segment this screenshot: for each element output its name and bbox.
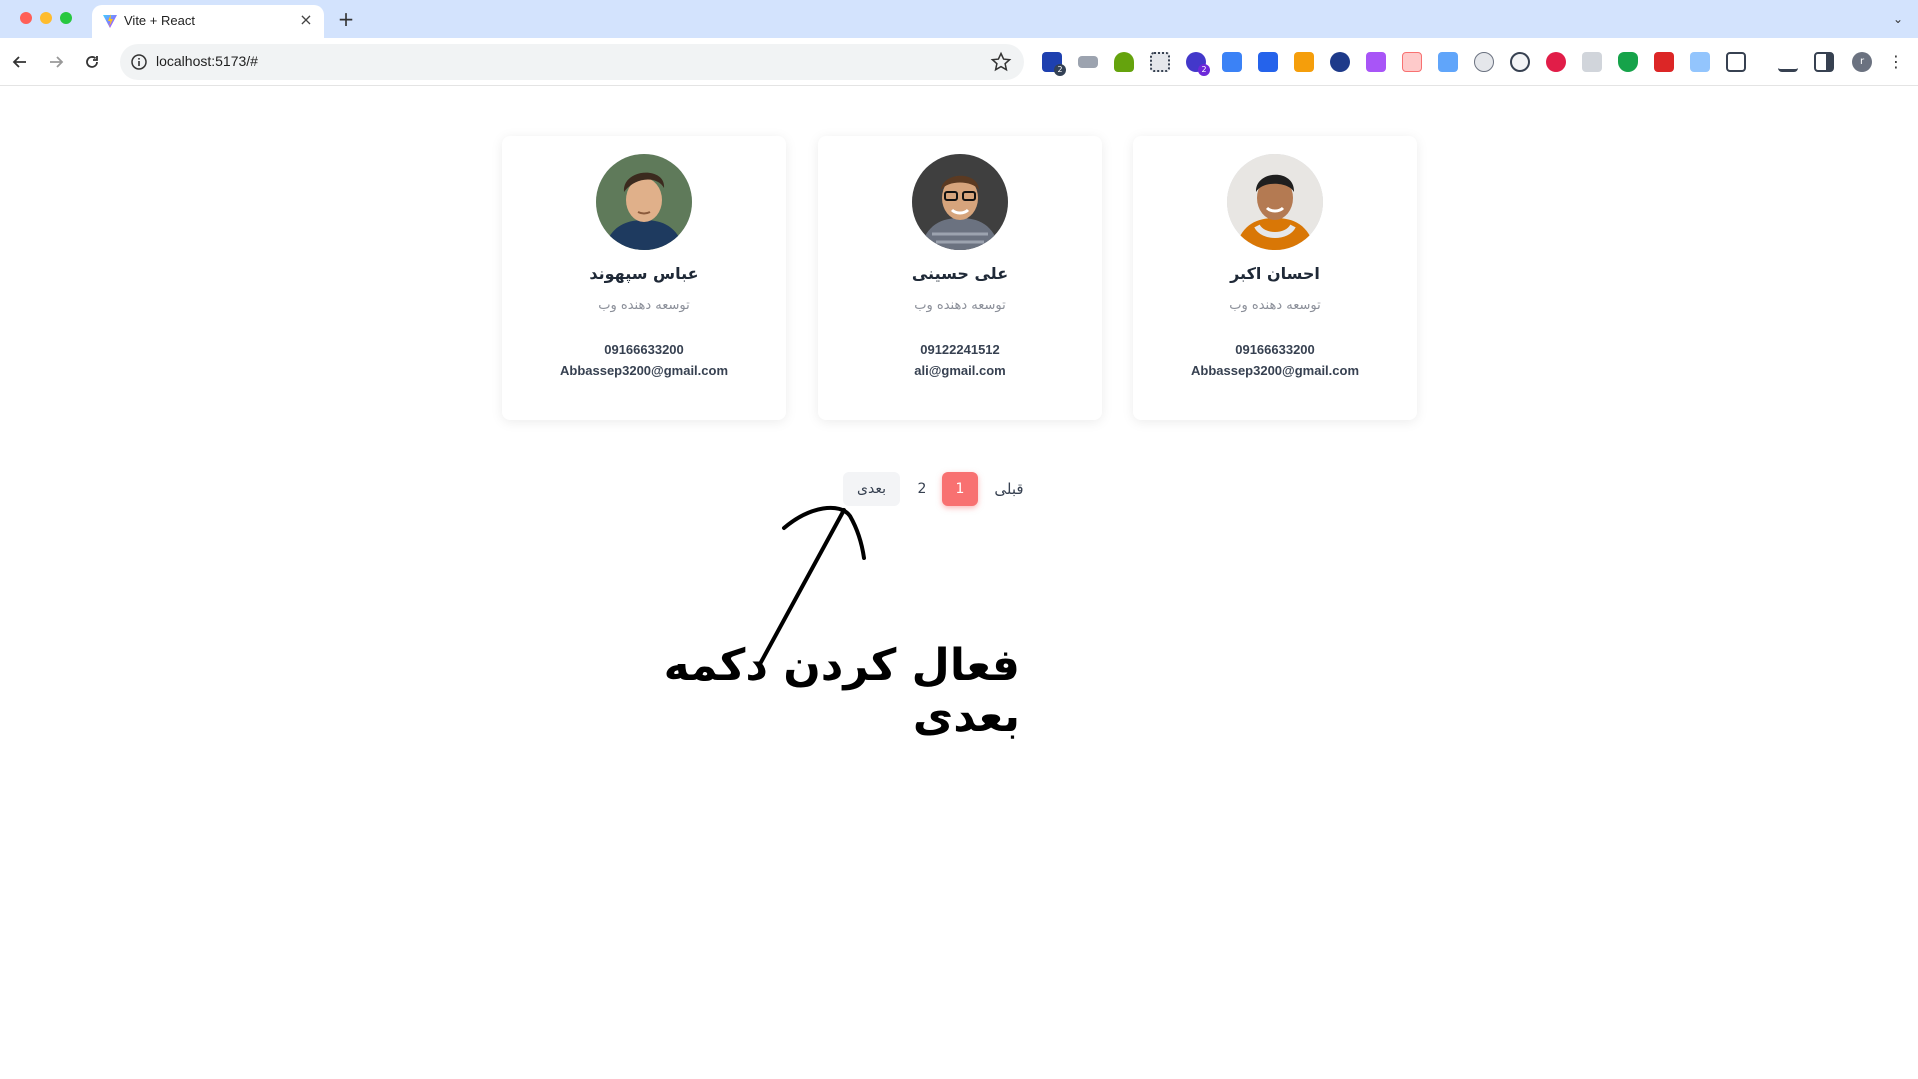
card-name: علی حسینی <box>911 264 1009 283</box>
extension-16-icon[interactable] <box>1582 52 1602 72</box>
new-tab-icon[interactable]: + <box>334 7 358 31</box>
profile-avatar[interactable]: r <box>1852 52 1872 72</box>
card-role: توسعه دهنده وب <box>598 298 690 313</box>
adblock-icon[interactable] <box>1546 52 1566 72</box>
pagination-page-2[interactable]: 2 <box>904 472 940 506</box>
url-text: localhost:5173/# <box>156 53 258 69</box>
user-card: علی حسینی توسعه دهنده وب 09122241512 ali… <box>818 136 1102 420</box>
pagination-prev-button[interactable]: قبلی <box>987 472 1031 506</box>
screen-record-icon[interactable] <box>1438 52 1458 72</box>
pagination-page-1[interactable]: 1 <box>942 472 978 506</box>
card-name: احسان اکبر <box>1230 264 1320 283</box>
extension-9-icon[interactable] <box>1330 52 1350 72</box>
extension-19-icon[interactable] <box>1690 52 1710 72</box>
card-role: توسعه دهنده وب <box>1229 298 1321 313</box>
card-email: ali@gmail.com <box>914 363 1006 378</box>
extension-8-icon[interactable] <box>1294 52 1314 72</box>
downloads-icon[interactable] <box>1778 52 1798 72</box>
bookmark-star-icon[interactable] <box>990 51 1012 73</box>
user-card: احسان اکبر توسعه دهنده وب 09166633200 Ab… <box>1133 136 1417 420</box>
extension-13-icon[interactable] <box>1474 52 1494 72</box>
video-ext-icon[interactable] <box>1654 52 1674 72</box>
extension-14-icon[interactable] <box>1510 52 1530 72</box>
address-bar[interactable]: localhost:5173/# <box>120 44 1024 80</box>
person-avatar <box>596 154 692 250</box>
person-avatar <box>1227 154 1323 250</box>
site-info-icon[interactable] <box>130 53 148 71</box>
vite-logo-icon <box>103 14 117 28</box>
reload-icon[interactable] <box>80 50 104 74</box>
extension-3-icon[interactable] <box>1114 52 1134 72</box>
calendar-ext-icon[interactable] <box>1402 52 1422 72</box>
tab-title: Vite + React <box>124 13 195 28</box>
close-window-button[interactable] <box>20 12 32 24</box>
extension-5-icon[interactable]: 2 <box>1186 52 1210 76</box>
extension-1-icon[interactable]: 2 <box>1042 52 1066 76</box>
close-tab-icon[interactable]: × <box>296 10 316 30</box>
card-name: عباس سپهوند <box>589 264 699 283</box>
tab-search-icon[interactable]: ⌄ <box>1886 8 1910 30</box>
side-panel-icon[interactable] <box>1814 52 1834 72</box>
person-avatar <box>912 154 1008 250</box>
browser-tab-strip: Vite + React × + ⌄ <box>0 0 1918 38</box>
browser-tab-active[interactable]: Vite + React × <box>92 5 324 38</box>
card-phone: 09166633200 <box>604 342 684 357</box>
annotation-text: فعال کردن دکمه بعدی <box>663 640 1020 742</box>
user-card: عباس سپهوند توسعه دهنده وب 09166633200 A… <box>502 136 786 420</box>
card-email: Abbassep3200@gmail.com <box>559 363 729 378</box>
forward-arrow-icon[interactable] <box>44 50 68 74</box>
browser-toolbar: localhost:5173/# 2 2 r ⋮ <box>0 38 1918 86</box>
minimize-window-button[interactable] <box>40 12 52 24</box>
menu-kebab-icon[interactable]: ⋮ <box>1888 52 1904 72</box>
extension-6-icon[interactable] <box>1222 52 1242 72</box>
back-arrow-icon[interactable] <box>8 50 32 74</box>
puzzle-extensions-icon[interactable] <box>1726 52 1746 72</box>
card-phone: 09166633200 <box>1235 342 1315 357</box>
card-role: توسعه دهنده وب <box>914 298 1006 313</box>
card-email: Abbassep3200@gmail.com <box>1190 363 1360 378</box>
qr-code-icon[interactable] <box>1150 52 1170 72</box>
extension-10-icon[interactable] <box>1366 52 1386 72</box>
shield-icon[interactable] <box>1618 52 1638 72</box>
card-phone: 09122241512 <box>920 342 1000 357</box>
maximize-window-button[interactable] <box>60 12 72 24</box>
download-arrow-ext-icon[interactable] <box>1258 52 1278 72</box>
extension-2-icon[interactable] <box>1078 56 1098 68</box>
